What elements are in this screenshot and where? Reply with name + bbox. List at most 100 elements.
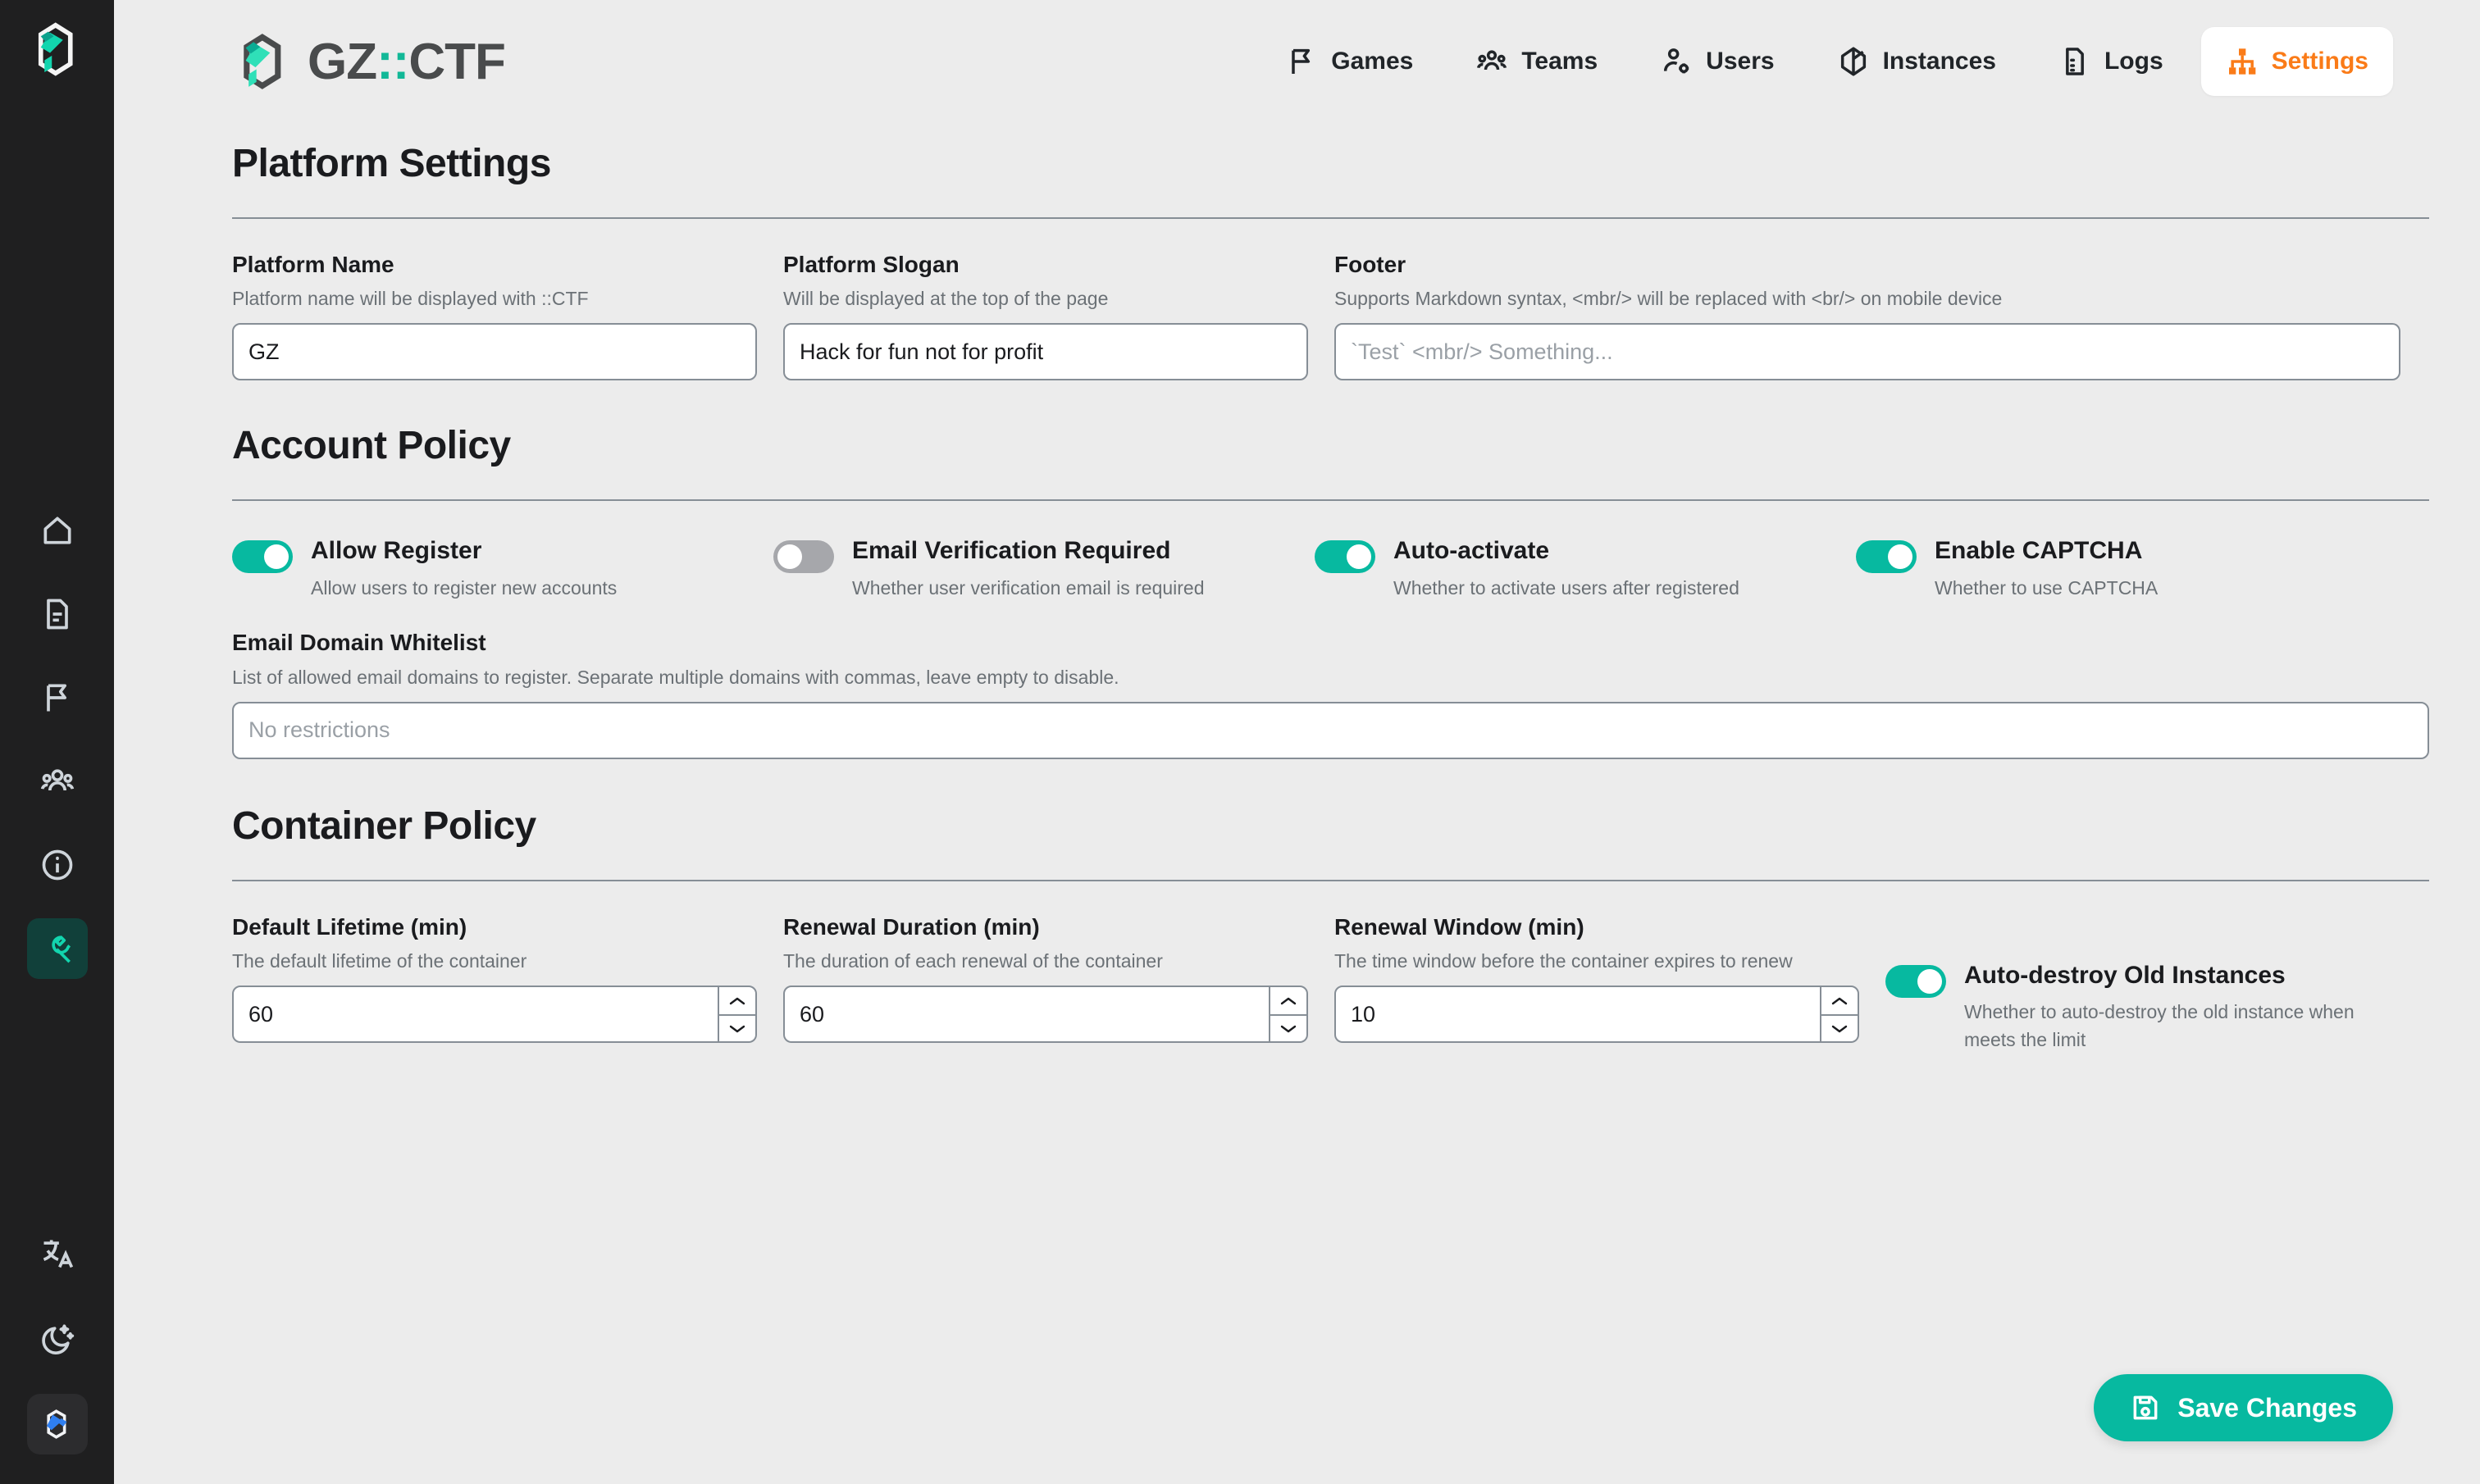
tab-users[interactable]: Users [1635,27,1798,96]
footer-input[interactable]: `Test` <mbr/> Something... [1334,323,2400,380]
enable-captcha-switch[interactable] [1856,540,1917,573]
email-whitelist-input[interactable]: No restrictions [232,702,2429,759]
stepper-down-button[interactable] [1821,1014,1858,1041]
platform-slogan-input[interactable]: Hack for fun not for profit [783,323,1308,380]
stepper-down-button[interactable] [1270,1014,1306,1041]
switch-knob [777,544,802,569]
tab-teams-label: Teams [1521,48,1598,75]
default-lifetime-input[interactable]: 60 [232,986,757,1043]
color-scheme-button[interactable] [27,1309,88,1369]
enable-captcha-label: Enable CAPTCHA [1935,535,2158,567]
sidebar-item-about[interactable] [27,835,88,895]
container-divider [232,880,2429,881]
auto-activate-label: Auto-activate [1393,535,1739,567]
home-icon [39,512,75,549]
auto-activate-switch[interactable] [1315,540,1375,573]
platform-name-desc: Platform name will be displayed with ::C… [232,286,757,312]
default-lifetime-desc: The default lifetime of the container [232,949,757,974]
tab-settings-label: Settings [2272,48,2368,75]
chevron-up-icon [1830,995,1849,1007]
tab-settings[interactable]: Settings [2201,27,2393,96]
allow-register-switch[interactable] [232,540,293,573]
switch-knob [1917,969,1942,994]
default-lifetime-label: Default Lifetime (min) [232,913,757,942]
platform-name-value: GZ [248,339,280,365]
platform-fields-row: Platform Name Platform name will be disp… [232,250,2429,380]
toggle-auto-activate[interactable]: Auto-activate Whether to activate users … [1315,535,1856,602]
renewal-duration-stepper[interactable] [1269,987,1306,1041]
auto-destroy-text: Auto-destroy Old Instances Whether to au… [1964,960,2377,1054]
tab-games[interactable]: Games [1261,27,1438,96]
default-lifetime-value: 60 [248,1002,718,1027]
platform-slogan-value: Hack for fun not for profit [800,339,1043,365]
field-email-whitelist: Email Domain Whitelist List of allowed e… [232,628,2429,758]
toggle-auto-destroy[interactable]: Auto-destroy Old Instances Whether to au… [1885,960,2377,1054]
toggle-enable-captcha[interactable]: Enable CAPTCHA Whether to use CAPTCHA [1856,535,2397,602]
renewal-duration-desc: The duration of each renewal of the cont… [783,949,1308,974]
brand-title: GZ::CTF [308,33,505,91]
auto-destroy-switch[interactable] [1885,965,1946,998]
allow-register-desc: Allow users to register new accounts [311,575,617,602]
renewal-duration-input[interactable]: 60 [783,986,1308,1043]
renewal-duration-value: 60 [800,1002,1269,1027]
account-toggles-row: Allow Register Allow users to register n… [232,535,2429,602]
toggle-allow-register[interactable]: Allow Register Allow users to register n… [232,535,773,602]
sidebar-item-posts[interactable] [27,584,88,644]
renewal-window-value: 10 [1351,1002,1820,1027]
gzctf-logo-icon [232,30,294,93]
renewal-window-label: Renewal Window (min) [1334,913,1859,942]
save-changes-button[interactable]: Save Changes [2094,1374,2393,1441]
tab-instances-label: Instances [1883,48,1996,75]
auto-activate-desc: Whether to activate users after register… [1393,575,1739,602]
language-button[interactable] [27,1223,88,1284]
switch-knob [264,544,289,569]
footer-desc: Supports Markdown syntax, <mbr/> will be… [1334,286,2400,312]
sidebar-item-admin[interactable] [27,918,88,979]
email-verification-label: Email Verification Required [852,535,1205,567]
tab-logs[interactable]: Logs [2034,27,2188,96]
renewal-window-input[interactable]: 10 [1334,986,1859,1043]
brand[interactable]: GZ::CTF [232,30,505,93]
stepper-down-button[interactable] [719,1014,755,1041]
wrench-icon [39,931,75,967]
stepper-up-button[interactable] [1821,987,1858,1014]
platform-slogan-desc: Will be displayed at the top of the page [783,286,1308,312]
switch-knob [1347,544,1371,569]
top-nav: Games Teams [1261,27,2393,96]
sidebar-item-teams[interactable] [27,751,88,812]
switch-knob [1888,544,1912,569]
stepper-up-button[interactable] [1270,987,1306,1014]
sidebar-item-home[interactable] [27,500,88,561]
email-verification-desc: Whether user verification email is requi… [852,575,1205,602]
rail-bottom [27,1223,88,1484]
brand-suffix: CTF [408,34,505,90]
save-changes-label: Save Changes [2177,1393,2357,1423]
package-icon [1837,45,1870,78]
auto-destroy-label: Auto-destroy Old Instances [1964,960,2377,991]
field-renewal-window: Renewal Window (min) The time window bef… [1334,913,1859,1054]
tab-teams[interactable]: Teams [1451,27,1622,96]
flag-icon [39,680,75,716]
rail-nav [27,500,88,979]
gzctf-mark-icon[interactable] [28,20,87,79]
email-whitelist-label: Email Domain Whitelist [232,628,2429,658]
main-content: GZ::CTF Games [114,0,2480,1484]
auto-destroy-desc: Whether to auto-destroy the old instance… [1964,999,2377,1054]
sidebar-item-games[interactable] [27,667,88,728]
tab-users-label: Users [1706,48,1774,75]
tab-instances[interactable]: Instances [1812,27,2021,96]
platform-name-input[interactable]: GZ [232,323,757,380]
toggle-email-verification[interactable]: Email Verification Required Whether user… [773,535,1315,602]
user-avatar[interactable] [27,1394,88,1454]
account-divider [232,499,2429,501]
footer-placeholder: `Test` <mbr/> Something... [1351,339,1613,365]
stepper-up-button[interactable] [719,987,755,1014]
renewal-window-stepper[interactable] [1820,987,1858,1041]
brand-prefix: GZ [308,34,376,90]
file-text-icon [2058,45,2091,78]
email-verification-switch[interactable] [773,540,834,573]
field-platform-slogan: Platform Slogan Will be displayed at the… [783,250,1308,380]
default-lifetime-stepper[interactable] [718,987,755,1041]
tab-logs-label: Logs [2104,48,2163,75]
page-title: Platform Settings [232,141,2429,186]
